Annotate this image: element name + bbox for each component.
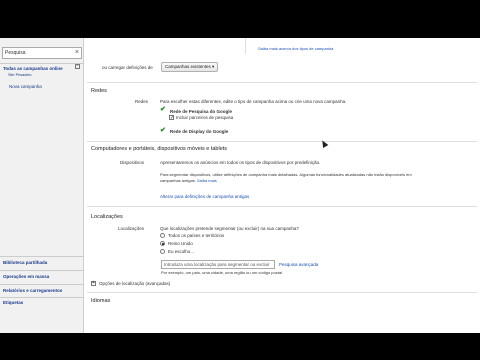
divider: [87, 82, 477, 83]
sidebar-divider: [0, 63, 84, 64]
sidebar-item-labels[interactable]: Etiquetas: [3, 300, 23, 305]
expand-icon[interactable]: +: [91, 281, 96, 286]
radio-all-countries[interactable]: [160, 233, 165, 238]
devices-label: Dispositivos: [120, 160, 145, 165]
search-input[interactable]: [3, 48, 69, 58]
search-partners-checkbox[interactable]: ✓: [169, 115, 174, 121]
load-settings-label: ou carregar definições de: [102, 65, 153, 70]
sidebar-divider: [0, 284, 84, 285]
option-custom: Eu escolho...: [168, 249, 195, 254]
display-network-label: Rede de Display do Google: [170, 129, 229, 134]
location-options-link[interactable]: Opções de localização (avançadas): [99, 281, 170, 286]
redes-intro: Para escolher estas diferentes, edite o …: [160, 99, 347, 104]
divider: [87, 141, 477, 142]
sidebar-item-new-campaign[interactable]: Nova campanha: [9, 84, 42, 89]
existing-campaigns-label: Campanhas existentes: [165, 64, 211, 69]
devices-detail-text-2: campanhas antigas. Saiba mais: [160, 178, 217, 183]
campaign-types-help-link[interactable]: Saiba mais acerca dos tipos de campanha: [258, 46, 333, 51]
location-hint: Por exemplo, um país, uma cidade, uma re…: [161, 270, 282, 275]
radio-custom[interactable]: [160, 249, 165, 254]
letterbox-top: [0, 0, 480, 38]
existing-campaigns-button[interactable]: Campanhas existentes ▾: [161, 62, 219, 72]
sidebar-item-bulk-operations[interactable]: Operações em massa: [3, 274, 49, 279]
main-content: Saiba mais acerca dos tipos de campanha …: [84, 38, 480, 333]
section-title-devices: Computadores e portáteis, dispositivos m…: [91, 146, 228, 152]
devices-default-text: Apresentaremos os anúncios em todos os t…: [160, 160, 321, 165]
location-search-input[interactable]: Introduza uma localização para segmentar…: [161, 260, 275, 269]
old-settings-link[interactable]: Alterar para definições de campanha anti…: [160, 194, 249, 199]
search-partners-label: Incluir parceiros de pesquisa: [176, 115, 234, 120]
sidebar: × Todas as campanhas online - Site Pesad…: [0, 38, 84, 333]
sidebar-item-site[interactable]: Site Pesadelo: [8, 73, 31, 77]
radio-uk[interactable]: [160, 241, 165, 246]
sidebar-divider: [0, 270, 84, 271]
sidebar-divider: [0, 297, 84, 298]
divider: [87, 206, 477, 207]
checkmark-icon: ✔: [160, 106, 166, 113]
devices-detail-text: Para segmentar dispositivos, utilize def…: [160, 172, 412, 177]
redes-label: Redes: [135, 99, 149, 104]
section-title-locations: Localizações: [91, 214, 123, 220]
advanced-search-link[interactable]: Pesquisa avançada: [279, 262, 318, 267]
close-icon[interactable]: ×: [75, 48, 79, 58]
option-uk: Reino Unido: [168, 241, 193, 246]
screen: × Todas as campanhas online - Site Pesad…: [0, 0, 480, 360]
section-title-redes: Redes: [91, 88, 107, 94]
letterbox-bottom: [0, 333, 480, 360]
column-divider: [245, 38, 246, 54]
sidebar-item-all-campaigns[interactable]: Todas as campanhas online: [3, 66, 63, 71]
devices-detail-end: campanhas antigas.: [160, 178, 196, 183]
search-box[interactable]: ×: [2, 47, 82, 59]
option-all-countries: Todos os países e territórios: [168, 233, 225, 238]
learn-more-link[interactable]: Saiba mais: [197, 178, 217, 183]
search-network-label: Rede de Pesquisa do Google: [170, 109, 233, 114]
sidebar-item-reports[interactable]: Relatórios e carregamentos: [3, 288, 62, 293]
collapse-icon[interactable]: -: [75, 64, 80, 69]
sidebar-item-shared-library[interactable]: Biblioteca partilhada: [3, 260, 47, 265]
checkmark-icon: ✔: [160, 127, 166, 134]
divider: [87, 292, 477, 293]
locations-question: Que localizações pretende segmentar (ou …: [160, 226, 299, 231]
locations-label: Localizações: [118, 226, 145, 231]
section-title-idiomas: Idiomas: [91, 298, 111, 304]
sidebar-divider: [0, 256, 84, 257]
